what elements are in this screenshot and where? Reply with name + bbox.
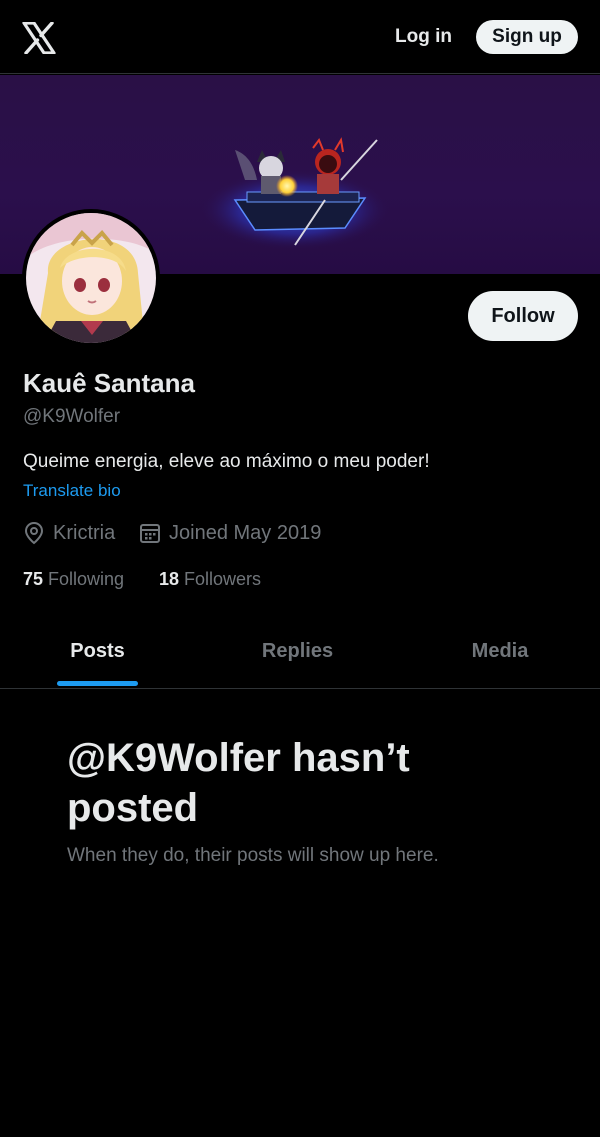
- followers-count: 18: [159, 569, 180, 589]
- profile-handle: @K9Wolfer: [23, 406, 121, 427]
- profile-name: Kauê Santana: [23, 368, 195, 398]
- top-bar: Log in Sign up: [0, 0, 600, 74]
- joined-text: Joined May 2019: [169, 521, 322, 544]
- tab-replies[interactable]: Replies: [200, 620, 395, 688]
- empty-state-title: @K9Wolfer hasn’t posted: [67, 736, 410, 830]
- following-label: Following: [48, 569, 125, 589]
- location-text: Krictria: [53, 521, 116, 544]
- empty-state-subtitle: When they do, their posts will show up h…: [67, 845, 439, 866]
- tab-media[interactable]: Media: [400, 620, 600, 688]
- active-tab-indicator: [57, 681, 138, 686]
- profile-joined: Joined May 2019: [139, 521, 321, 545]
- tab-posts[interactable]: Posts: [0, 620, 195, 688]
- location-pin-icon: [24, 521, 44, 545]
- translate-bio-link[interactable]: Translate bio: [23, 481, 121, 501]
- profile-tabs: Posts Replies Media: [0, 620, 600, 689]
- avatar[interactable]: [22, 209, 160, 347]
- following-count: 75: [23, 569, 44, 589]
- banner-artwork: [200, 137, 390, 250]
- signup-button[interactable]: Sign up: [476, 20, 578, 54]
- x-logo-icon[interactable]: [22, 21, 56, 55]
- calendar-icon: [140, 524, 160, 543]
- following-link[interactable]: 75 Following: [23, 569, 124, 590]
- profile-location: Krictria: [23, 521, 115, 545]
- follow-button[interactable]: Follow: [468, 291, 578, 341]
- followers-label: Followers: [184, 569, 262, 589]
- followers-link[interactable]: 18 Followers: [159, 569, 261, 590]
- login-button[interactable]: Log in: [383, 20, 464, 54]
- profile-bio: Queime energia, eleve ao máximo o meu po…: [23, 451, 430, 472]
